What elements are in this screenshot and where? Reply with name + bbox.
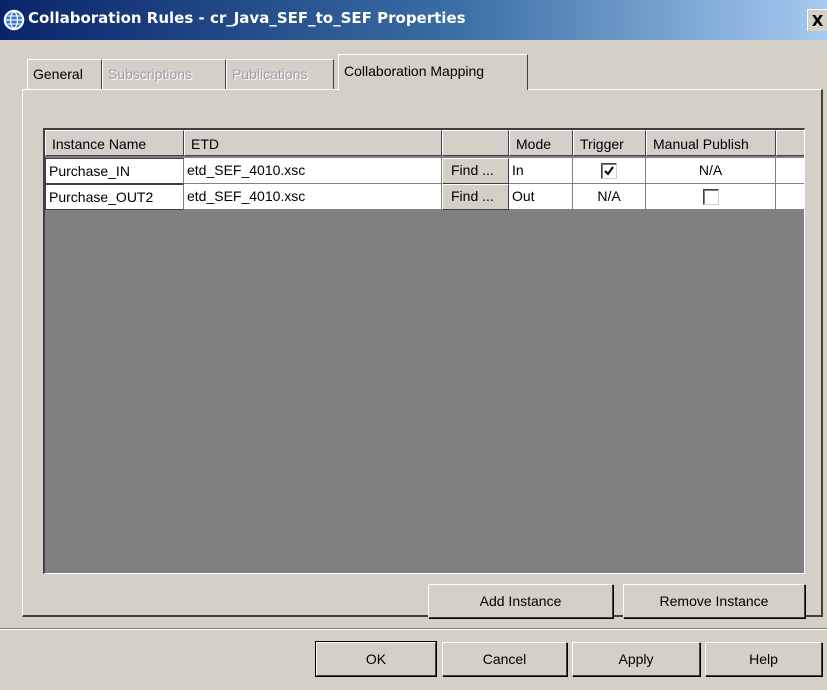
column-header-instance-name[interactable]: Instance Name <box>45 130 184 156</box>
tab-general[interactable]: General <box>27 59 102 89</box>
instance-name-cell[interactable]: Purchase_IN <box>45 158 184 184</box>
cancel-button[interactable]: Cancel <box>442 642 567 676</box>
etd-cell[interactable]: etd_SEF_4010.xsc <box>184 158 442 184</box>
column-header-filler <box>776 130 804 156</box>
find-button[interactable]: Find ... <box>442 184 509 210</box>
mode-cell[interactable]: Out <box>509 184 573 210</box>
column-header-trigger[interactable]: Trigger <box>573 130 646 156</box>
find-button[interactable]: Find ... <box>442 158 509 184</box>
table-row[interactable]: Purchase_IN etd_SEF_4010.xsc Find ... In… <box>45 158 804 184</box>
manual-publish-cell <box>646 184 776 210</box>
tab-publications[interactable]: Publications <box>226 59 334 89</box>
manual-publish-cell: N/A <box>646 158 776 184</box>
remove-instance-button[interactable]: Remove Instance <box>623 584 805 618</box>
add-instance-button[interactable]: Add Instance <box>428 584 613 618</box>
filler-cell <box>776 158 804 184</box>
title-bar[interactable]: Collaboration Rules - cr_Java_SEF_to_SEF… <box>0 0 827 40</box>
mode-cell[interactable]: In <box>509 158 573 184</box>
column-header-mode[interactable]: Mode <box>509 130 573 156</box>
filler-cell <box>776 184 804 210</box>
apply-button[interactable]: Apply <box>572 642 700 676</box>
checkmark-icon <box>604 166 614 176</box>
etd-cell[interactable]: etd_SEF_4010.xsc <box>184 184 442 210</box>
separator <box>0 628 827 630</box>
manual-publish-checkbox[interactable] <box>702 189 719 205</box>
help-button[interactable]: Help <box>705 642 822 676</box>
column-header-find[interactable] <box>442 130 509 156</box>
instance-table: Instance Name ETD Mode Trigger Manual Pu… <box>43 128 805 574</box>
close-button[interactable]: X <box>807 9 827 31</box>
ok-button[interactable]: OK <box>315 641 437 677</box>
tab-subscriptions[interactable]: Subscriptions <box>102 59 226 89</box>
column-header-manual-publish[interactable]: Manual Publish <box>646 130 776 156</box>
instance-name-cell[interactable]: Purchase_OUT2 <box>45 184 184 210</box>
column-header-etd[interactable]: ETD <box>184 130 442 156</box>
table-row[interactable]: Purchase_OUT2 etd_SEF_4010.xsc Find ... … <box>45 184 804 210</box>
trigger-checkbox[interactable] <box>601 163 617 179</box>
window-title: Collaboration Rules - cr_Java_SEF_to_SEF… <box>28 9 466 27</box>
trigger-cell: N/A <box>573 184 646 210</box>
trigger-cell <box>573 158 646 184</box>
tab-collaboration-mapping[interactable]: Collaboration Mapping <box>338 54 528 90</box>
globe-icon <box>3 9 25 31</box>
